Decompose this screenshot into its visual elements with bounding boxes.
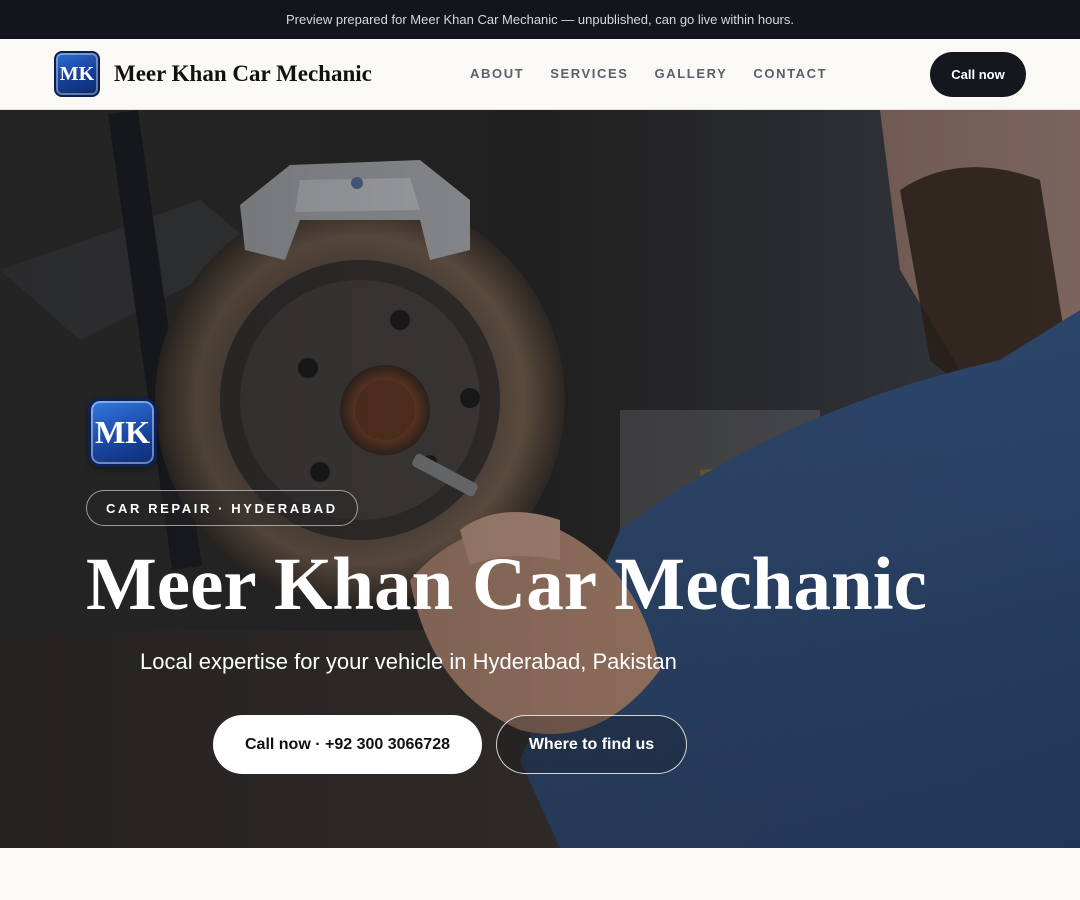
find-us-button[interactable]: Where to find us	[496, 715, 687, 774]
preview-banner-text: Preview prepared for Meer Khan Car Mecha…	[286, 12, 794, 27]
logo-text: MK	[59, 62, 95, 85]
hero-category-tag: CAR REPAIR · HYDERABAD	[86, 490, 358, 526]
nav-link-services[interactable]: SERVICES	[550, 66, 628, 81]
preview-banner: Preview prepared for Meer Khan Car Mecha…	[0, 0, 1080, 39]
nav-link-gallery[interactable]: GALLERY	[655, 66, 728, 81]
hero-logo-text: MK	[94, 414, 151, 450]
brand-name[interactable]: Meer Khan Car Mechanic	[114, 61, 372, 87]
main-nav: ABOUT SERVICES GALLERY CONTACT	[470, 66, 853, 81]
hero-subtitle: Local expertise for your vehicle in Hyde…	[140, 649, 677, 674]
call-now-button[interactable]: Call now	[930, 52, 1026, 97]
call-phone-button[interactable]: Call now · +92 300 3066728	[213, 715, 482, 774]
nav-link-contact[interactable]: CONTACT	[753, 66, 827, 81]
hero-title: Meer Khan Car Mechanic	[86, 543, 927, 626]
hero-logo-badge: MK	[88, 398, 157, 467]
logo-badge[interactable]: MK	[54, 51, 100, 97]
site-header: MK Meer Khan Car Mechanic ABOUT SERVICES…	[0, 39, 1080, 110]
hero-section: MK CAR REPAIR · HYDERABAD Meer Khan Car …	[0, 110, 1080, 848]
nav-link-about[interactable]: ABOUT	[470, 66, 524, 81]
